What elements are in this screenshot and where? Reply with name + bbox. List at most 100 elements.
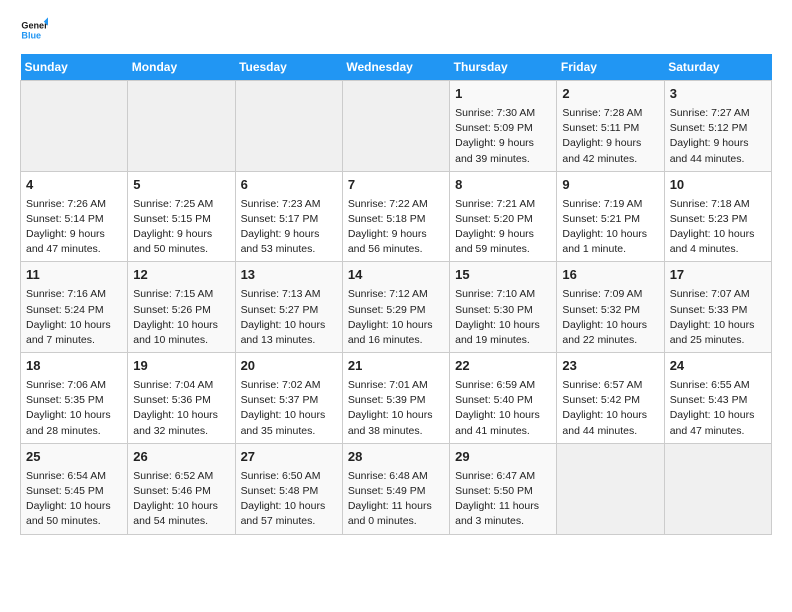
calendar-table: SundayMondayTuesdayWednesdayThursdayFrid…: [20, 54, 772, 535]
day-info: Sunrise: 7:22 AM Sunset: 5:18 PM Dayligh…: [348, 197, 444, 258]
day-info: Sunrise: 7:27 AM Sunset: 5:12 PM Dayligh…: [670, 106, 766, 167]
day-number: 8: [455, 176, 551, 195]
calendar-cell: [664, 443, 771, 534]
header-saturday: Saturday: [664, 54, 771, 81]
header-tuesday: Tuesday: [235, 54, 342, 81]
logo-icon: General Blue: [20, 16, 48, 44]
calendar-cell: 21 Sunrise: 7:01 AM Sunset: 5:39 PM Dayli…: [342, 353, 449, 444]
day-number: 15: [455, 266, 551, 285]
day-number: 27: [241, 448, 337, 467]
calendar-cell: [342, 81, 449, 172]
calendar-cell: 14 Sunrise: 7:12 AM Sunset: 5:29 PM Dayli…: [342, 262, 449, 353]
calendar-cell: 1 Sunrise: 7:30 AM Sunset: 5:09 PM Daylig…: [450, 81, 557, 172]
day-info: Sunrise: 7:15 AM Sunset: 5:26 PM Dayligh…: [133, 287, 229, 348]
calendar-cell: 11Sunrise: 7:16 AM Sunset: 5:24 PM Dayli…: [21, 262, 128, 353]
day-number: 6: [241, 176, 337, 195]
svg-text:Blue: Blue: [21, 30, 41, 40]
day-number: 19: [133, 357, 229, 376]
day-number: 16: [562, 266, 658, 285]
calendar-cell: 5 Sunrise: 7:25 AM Sunset: 5:15 PM Daylig…: [128, 171, 235, 262]
day-number: 18: [26, 357, 122, 376]
calendar-cell: 23 Sunrise: 6:57 AM Sunset: 5:42 PM Dayli…: [557, 353, 664, 444]
day-info: Sunrise: 6:48 AM Sunset: 5:49 PM Dayligh…: [348, 469, 444, 530]
calendar-cell: 6 Sunrise: 7:23 AM Sunset: 5:17 PM Daylig…: [235, 171, 342, 262]
day-number: 17: [670, 266, 766, 285]
day-info: Sunrise: 6:52 AM Sunset: 5:46 PM Dayligh…: [133, 469, 229, 530]
day-info: Sunrise: 6:54 AM Sunset: 5:45 PM Dayligh…: [26, 469, 122, 530]
day-number: 20: [241, 357, 337, 376]
day-info: Sunrise: 7:04 AM Sunset: 5:36 PM Dayligh…: [133, 378, 229, 439]
page-header: General Blue: [20, 16, 772, 44]
day-info: Sunrise: 7:13 AM Sunset: 5:27 PM Dayligh…: [241, 287, 337, 348]
calendar-cell: 19 Sunrise: 7:04 AM Sunset: 5:36 PM Dayli…: [128, 353, 235, 444]
calendar-cell: 24 Sunrise: 6:55 AM Sunset: 5:43 PM Dayli…: [664, 353, 771, 444]
header-thursday: Thursday: [450, 54, 557, 81]
day-number: 9: [562, 176, 658, 195]
calendar-cell: 26Sunrise: 6:52 AM Sunset: 5:46 PM Dayli…: [128, 443, 235, 534]
day-info: Sunrise: 6:47 AM Sunset: 5:50 PM Dayligh…: [455, 469, 551, 530]
day-info: Sunrise: 7:21 AM Sunset: 5:20 PM Dayligh…: [455, 197, 551, 258]
day-info: Sunrise: 6:57 AM Sunset: 5:42 PM Dayligh…: [562, 378, 658, 439]
day-info: Sunrise: 6:59 AM Sunset: 5:40 PM Dayligh…: [455, 378, 551, 439]
day-info: Sunrise: 7:18 AM Sunset: 5:23 PM Dayligh…: [670, 197, 766, 258]
day-number: 11: [26, 266, 122, 285]
day-number: 14: [348, 266, 444, 285]
day-number: 21: [348, 357, 444, 376]
header-monday: Monday: [128, 54, 235, 81]
calendar-cell: 27Sunrise: 6:50 AM Sunset: 5:48 PM Dayli…: [235, 443, 342, 534]
day-number: 2: [562, 85, 658, 104]
day-number: 23: [562, 357, 658, 376]
calendar-cell: 16Sunrise: 7:09 AM Sunset: 5:32 PM Dayli…: [557, 262, 664, 353]
calendar-cell: 28 Sunrise: 6:48 AM Sunset: 5:49 PM Dayli…: [342, 443, 449, 534]
day-info: Sunrise: 7:28 AM Sunset: 5:11 PM Dayligh…: [562, 106, 658, 167]
day-info: Sunrise: 7:30 AM Sunset: 5:09 PM Dayligh…: [455, 106, 551, 167]
header-friday: Friday: [557, 54, 664, 81]
day-number: 25: [26, 448, 122, 467]
day-info: Sunrise: 7:06 AM Sunset: 5:35 PM Dayligh…: [26, 378, 122, 439]
calendar-cell: 29Sunrise: 6:47 AM Sunset: 5:50 PM Dayli…: [450, 443, 557, 534]
calendar-cell: 8 Sunrise: 7:21 AM Sunset: 5:20 PM Daylig…: [450, 171, 557, 262]
calendar-cell: 20 Sunrise: 7:02 AM Sunset: 5:37 PM Dayli…: [235, 353, 342, 444]
calendar-cell: 2 Sunrise: 7:28 AM Sunset: 5:11 PM Daylig…: [557, 81, 664, 172]
calendar-cell: 17 Sunrise: 7:07 AM Sunset: 5:33 PM Dayli…: [664, 262, 771, 353]
calendar-cell: 9Sunrise: 7:19 AM Sunset: 5:21 PM Daylig…: [557, 171, 664, 262]
calendar-week-row: 1 Sunrise: 7:30 AM Sunset: 5:09 PM Daylig…: [21, 81, 772, 172]
day-info: Sunrise: 7:07 AM Sunset: 5:33 PM Dayligh…: [670, 287, 766, 348]
day-number: 28: [348, 448, 444, 467]
header-sunday: Sunday: [21, 54, 128, 81]
day-number: 24: [670, 357, 766, 376]
day-info: Sunrise: 7:26 AM Sunset: 5:14 PM Dayligh…: [26, 197, 122, 258]
svg-text:General: General: [21, 21, 48, 31]
day-number: 5: [133, 176, 229, 195]
day-info: Sunrise: 7:02 AM Sunset: 5:37 PM Dayligh…: [241, 378, 337, 439]
day-info: Sunrise: 7:01 AM Sunset: 5:39 PM Dayligh…: [348, 378, 444, 439]
logo: General Blue: [20, 16, 52, 44]
day-number: 22: [455, 357, 551, 376]
calendar-week-row: 25 Sunrise: 6:54 AM Sunset: 5:45 PM Dayli…: [21, 443, 772, 534]
day-number: 12: [133, 266, 229, 285]
calendar-cell: 4Sunrise: 7:26 AM Sunset: 5:14 PM Daylig…: [21, 171, 128, 262]
header-wednesday: Wednesday: [342, 54, 449, 81]
day-info: Sunrise: 6:55 AM Sunset: 5:43 PM Dayligh…: [670, 378, 766, 439]
calendar-cell: [235, 81, 342, 172]
calendar-cell: 3 Sunrise: 7:27 AM Sunset: 5:12 PM Daylig…: [664, 81, 771, 172]
day-number: 10: [670, 176, 766, 195]
day-info: Sunrise: 7:10 AM Sunset: 5:30 PM Dayligh…: [455, 287, 551, 348]
day-number: 13: [241, 266, 337, 285]
calendar-cell: [21, 81, 128, 172]
calendar-cell: 7 Sunrise: 7:22 AM Sunset: 5:18 PM Daylig…: [342, 171, 449, 262]
day-number: 1: [455, 85, 551, 104]
calendar-cell: 22 Sunrise: 6:59 AM Sunset: 5:40 PM Dayli…: [450, 353, 557, 444]
day-info: Sunrise: 7:25 AM Sunset: 5:15 PM Dayligh…: [133, 197, 229, 258]
calendar-cell: [557, 443, 664, 534]
day-info: Sunrise: 7:12 AM Sunset: 5:29 PM Dayligh…: [348, 287, 444, 348]
calendar-cell: 15 Sunrise: 7:10 AM Sunset: 5:30 PM Dayli…: [450, 262, 557, 353]
day-number: 3: [670, 85, 766, 104]
calendar-week-row: 18 Sunrise: 7:06 AM Sunset: 5:35 PM Dayli…: [21, 353, 772, 444]
day-number: 7: [348, 176, 444, 195]
calendar-cell: 25 Sunrise: 6:54 AM Sunset: 5:45 PM Dayli…: [21, 443, 128, 534]
calendar-cell: [128, 81, 235, 172]
calendar-cell: 10 Sunrise: 7:18 AM Sunset: 5:23 PM Dayli…: [664, 171, 771, 262]
calendar-week-row: 4Sunrise: 7:26 AM Sunset: 5:14 PM Daylig…: [21, 171, 772, 262]
day-info: Sunrise: 7:23 AM Sunset: 5:17 PM Dayligh…: [241, 197, 337, 258]
